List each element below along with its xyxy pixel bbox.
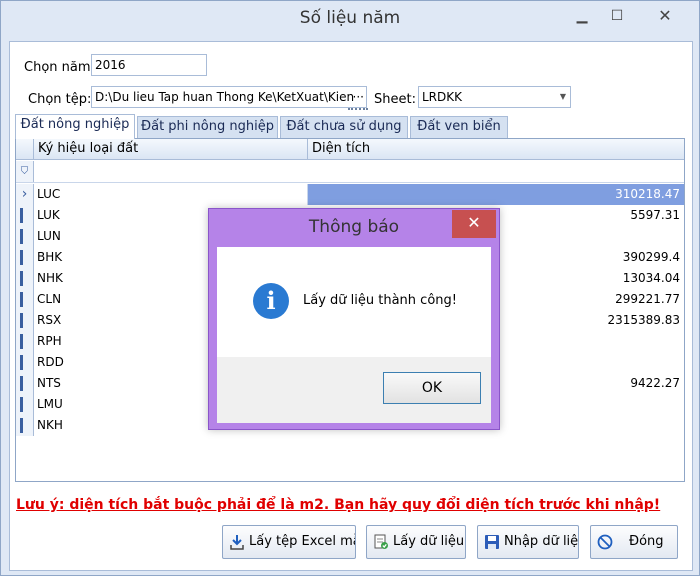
row-indicator [16,205,34,226]
splitter-grip[interactable] [348,108,368,112]
cell-area[interactable]: 310218.47 [308,184,684,205]
row-indicator-bar [20,418,23,433]
dialog-footer: OK [217,357,491,423]
save-icon [485,535,499,549]
close-button[interactable]: Đóng [590,525,678,559]
row-indicator [16,310,34,331]
row-indicator [16,331,34,352]
maximize-icon[interactable]: ☐ [605,7,629,27]
year-label: Chọn năm: [24,60,95,75]
download-icon [230,535,244,550]
file-path-text: D:\Du lieu Tap huan Thong Ke\KetXuat\Kie… [95,90,355,104]
tab-unused-land[interactable]: Đất chưa sử dụng [280,116,408,138]
ok-button[interactable]: OK [383,372,481,404]
table-row[interactable]: › LUC 310218.47 [16,184,684,205]
row-indicator-bar [20,397,23,412]
file-label: Chọn tệp: [28,92,92,107]
import-data-button[interactable]: Nhập dữ liệu [477,525,579,559]
filter-row[interactable]: ⛉ [16,161,684,183]
row-indicator-bar [20,229,23,244]
column-header-area[interactable]: Diện tích [308,139,684,160]
row-indicator [16,226,34,247]
row-indicator [16,415,34,436]
row-indicator [16,352,34,373]
minimize-icon[interactable]: ▁ [570,7,594,27]
no-entry-icon [597,534,613,550]
chevron-down-icon[interactable]: ▼ [560,87,566,107]
row-indicator-bar [20,208,23,223]
load-data-label: Lấy dữ liệu [393,534,465,549]
filter-icon: ⛉ [16,161,34,182]
load-data-button[interactable]: Lấy dữ liệu [366,525,466,559]
warning-note: Lưu ý: diện tích bắt buộc phải để là m2.… [16,497,661,513]
tab-coastal-land[interactable]: Đất ven biển [410,116,508,138]
close-icon[interactable]: ✕ [452,210,496,238]
info-icon: i [253,283,289,319]
row-indicator-bar [20,271,23,286]
close-icon[interactable]: ✕ [653,7,677,27]
get-template-button[interactable]: Lấy tệp Excel mẫu [222,525,356,559]
dialog-body: i Lấy dữ liệu thành công! [217,247,491,357]
column-header-code[interactable]: Ký hiệu loại đất [34,139,308,160]
row-indicator-bar [20,250,23,265]
row-indicator [16,394,34,415]
window-title: Số liệu năm [299,8,401,28]
row-indicator [16,373,34,394]
row-indicator-bar [20,334,23,349]
row-indicator [16,247,34,268]
notification-dialog: Thông báo ✕ i Lấy dữ liệu thành công! OK [208,208,500,430]
row-indicator-bar [20,313,23,328]
row-indicator [16,268,34,289]
sheet-label: Sheet: [374,92,416,107]
sheet-selected-value: LRDKK [422,90,463,104]
row-indicator-bar [20,376,23,391]
close-label: Đóng [629,534,664,549]
document-check-icon [374,534,388,549]
year-input[interactable]: 2016 [91,54,207,76]
file-input[interactable]: D:\Du lieu Tap huan Thong Ke\KetXuat\Kie… [91,86,367,108]
grid-header: Ký hiệu loại đất Diện tích [16,139,684,160]
row-indicator-bar [20,355,23,370]
import-data-label: Nhập dữ liệu [504,534,579,549]
browse-button[interactable]: ··· [353,87,364,107]
title-bar: Số liệu năm ▁ ☐ ✕ [1,1,699,37]
row-selected-chevron-icon: › [16,184,34,205]
tab-non-agricultural-land[interactable]: Đất phi nông nghiệp [137,116,278,138]
cell-land-code[interactable]: LUC [34,184,308,205]
row-indicator [16,289,34,310]
dialog-message: Lấy dữ liệu thành công! [303,293,457,308]
sheet-select[interactable]: LRDKK ▼ [418,86,571,108]
get-template-label: Lấy tệp Excel mẫu [249,534,355,549]
row-indicator-bar [20,292,23,307]
header-corner [16,139,34,160]
tab-agricultural-land[interactable]: Đất nông nghiệp [15,114,135,139]
